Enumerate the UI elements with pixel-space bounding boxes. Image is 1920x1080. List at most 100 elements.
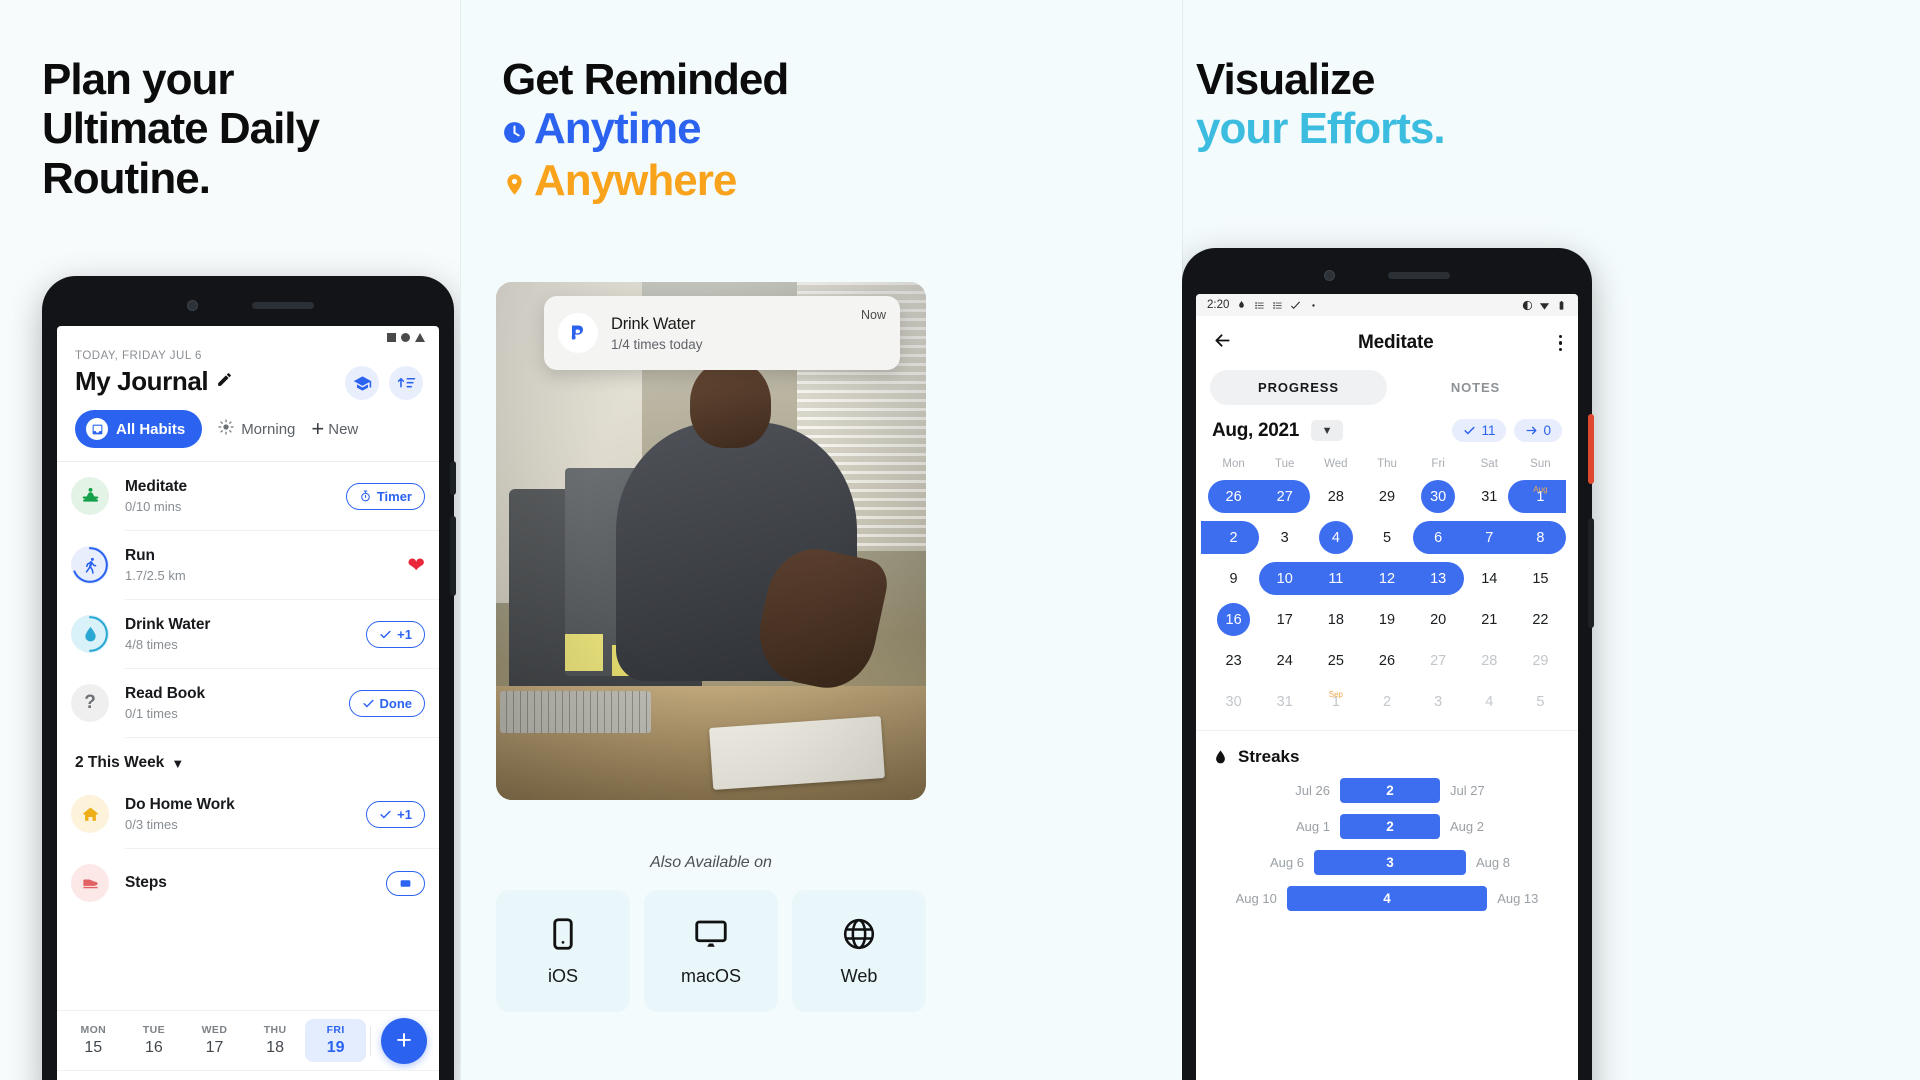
date-cell-tue[interactable]: TUE 16 <box>124 1019 185 1062</box>
calendar-day-cell[interactable]: 30 <box>1413 489 1464 505</box>
done-button[interactable]: Done <box>348 689 425 717</box>
this-week-section-header[interactable]: 2 This Week ▼ <box>57 738 439 780</box>
streak-bar: 4 <box>1286 886 1488 911</box>
habit-row-steps[interactable]: Steps <box>57 849 439 917</box>
calendar-day-cell[interactable]: 4 <box>1310 530 1361 546</box>
calendar-day-cell[interactable]: 9 <box>1208 571 1259 587</box>
journal-filter-tabs: All Habits Morning + New <box>57 397 439 461</box>
calendar-day-cell[interactable]: 19 <box>1361 612 1412 628</box>
calendar-day-cell[interactable]: 27 <box>1413 653 1464 669</box>
calendar-day-cell[interactable]: 13 <box>1413 571 1464 587</box>
calendar-day-cell[interactable]: 27 <box>1259 489 1310 505</box>
habit-row-read-book[interactable]: ? Read Book 0/1 times Done <box>57 669 439 737</box>
calendar-day-cell[interactable]: 15 <box>1515 571 1566 587</box>
habit-row-do-home-work[interactable]: Do Home Work 0/3 times +1 <box>57 780 439 848</box>
calendar-day-cell[interactable]: Sep 1 <box>1310 690 1361 710</box>
tab-new[interactable]: + New <box>311 418 358 440</box>
timer-button-label: Timer <box>376 488 412 504</box>
calendar-day-cell[interactable]: 22 <box>1515 612 1566 628</box>
calendar-day-cell[interactable]: 20 <box>1413 612 1464 628</box>
calendar-day-cell[interactable]: 26 <box>1208 489 1259 505</box>
sort-icon[interactable] <box>389 366 423 400</box>
calendar-day-number: 26 <box>1378 652 1396 669</box>
calendar-day-cell[interactable]: 26 <box>1361 653 1412 669</box>
calendar-day-cell[interactable]: 17 <box>1259 612 1310 628</box>
platform-card-web[interactable]: Web <box>792 890 926 1012</box>
date-cell-thu[interactable]: THU 18 <box>245 1019 306 1062</box>
platform-label: Web <box>840 965 878 986</box>
tab-notes[interactable]: NOTES <box>1387 370 1564 405</box>
tab-all-habits[interactable]: All Habits <box>75 410 203 448</box>
calendar-day-cell[interactable]: 28 <box>1464 653 1515 669</box>
tab-progress[interactable]: PROGRESS <box>1210 370 1387 405</box>
graduation-cap-icon[interactable] <box>345 366 379 400</box>
notification-card[interactable]: Drink Water 1/4 times today Now <box>544 296 900 370</box>
calendar-day-cell[interactable]: 23 <box>1208 653 1259 669</box>
increment-button[interactable]: +1 <box>366 620 425 648</box>
calendar-day-cell[interactable]: 24 <box>1259 653 1310 669</box>
calendar-day-cell[interactable]: 6 <box>1413 530 1464 546</box>
calendar-day-cell[interactable]: 30 <box>1208 694 1259 710</box>
tab-morning[interactable]: Morning <box>218 419 295 439</box>
calendar-day-cell[interactable]: 29 <box>1515 653 1566 669</box>
pencil-icon[interactable] <box>216 371 233 393</box>
date-cell-mon[interactable]: MON 15 <box>63 1019 124 1062</box>
divider <box>369 1025 371 1056</box>
heart-icon[interactable]: ❤ <box>407 553 425 578</box>
calendar-day-cell[interactable]: 31 <box>1464 489 1515 505</box>
streak-start-label: Aug 10 <box>1235 891 1277 906</box>
calendar-day-cell[interactable]: 5 <box>1515 694 1566 710</box>
calendar-day-cell[interactable]: 5 <box>1361 530 1412 546</box>
streaks-title: Streaks <box>1238 747 1300 766</box>
calendar-day-cell[interactable]: 10 <box>1259 571 1310 587</box>
calendar-day-cell[interactable]: Aug 1 <box>1515 485 1566 505</box>
calendar-day-cell[interactable]: 16 <box>1208 612 1259 628</box>
date-dow: MON <box>80 1024 107 1036</box>
date-cell-wed[interactable]: WED 17 <box>184 1019 245 1062</box>
calendar-day-number: 2 <box>1229 529 1238 546</box>
habit-row-run[interactable]: Run 1.7/2.5 km ❤ <box>57 531 439 599</box>
calendar-day-cell[interactable]: 29 <box>1361 489 1412 505</box>
date-cell-fri-selected[interactable]: FRI 19 <box>305 1019 366 1062</box>
badge-skipped[interactable]: 0 <box>1514 419 1562 442</box>
steps-action-button[interactable] <box>386 870 425 896</box>
dot-icon <box>1312 303 1316 307</box>
status-bar-icons <box>387 333 425 342</box>
calendar-day-cell[interactable]: 8 <box>1515 530 1566 546</box>
calendar-day-cell[interactable]: 21 <box>1464 612 1515 628</box>
calendar-day-cell[interactable]: 12 <box>1361 571 1412 587</box>
calendar-day-number: 27 <box>1276 488 1293 505</box>
platform-card-macos[interactable]: macOS <box>644 890 778 1012</box>
phone-mockup-progress: 2:20 Meditate PROGRESS NOTES Aug, 2021 ▼… <box>1182 248 1594 1080</box>
calendar-day-cell[interactable]: 2 <box>1361 694 1412 710</box>
badge-completed[interactable]: 11 <box>1452 419 1507 442</box>
calendar-day-cell[interactable]: 2 <box>1208 530 1259 546</box>
chevron-down-icon[interactable]: ▼ <box>1311 420 1344 441</box>
calendar-day-cell[interactable]: 3 <box>1413 694 1464 710</box>
arrow-left-icon[interactable] <box>1212 330 1233 357</box>
calendar-day-cell[interactable]: 18 <box>1310 612 1361 628</box>
panel3-headline: Visualize your Efforts. <box>1196 55 1446 154</box>
timer-button[interactable]: Timer <box>345 482 425 510</box>
calendar-day-number: 4 <box>1485 693 1494 710</box>
streaks-header: Streaks <box>1212 747 1562 767</box>
calendar-day-number: 3 <box>1434 693 1443 710</box>
dow-sat: Sat <box>1480 458 1498 470</box>
list-icon <box>1273 301 1283 309</box>
calendar-day-cell[interactable]: 11 <box>1310 571 1361 587</box>
calendar-day-cell[interactable]: 3 <box>1259 530 1310 546</box>
calendar-day-cell[interactable]: 14 <box>1464 571 1515 587</box>
bottom-navigation <box>57 1070 439 1080</box>
calendar-day-cell[interactable]: 7 <box>1464 530 1515 546</box>
kebab-menu-icon[interactable] <box>1558 334 1562 352</box>
add-habit-fab[interactable]: + <box>380 1017 427 1064</box>
platform-card-ios[interactable]: iOS <box>496 890 630 1012</box>
habit-row-meditate[interactable]: Meditate 0/10 mins Timer <box>57 462 439 530</box>
increment-button[interactable]: +1 <box>366 800 425 828</box>
calendar-day-cell[interactable]: 28 <box>1310 489 1361 505</box>
habit-name: Run <box>125 547 155 564</box>
habit-row-drink-water[interactable]: Drink Water 4/8 times +1 <box>57 600 439 668</box>
calendar-day-cell[interactable]: 31 <box>1259 694 1310 710</box>
calendar-day-cell[interactable]: 25 <box>1310 653 1361 669</box>
calendar-day-cell[interactable]: 4 <box>1464 694 1515 710</box>
